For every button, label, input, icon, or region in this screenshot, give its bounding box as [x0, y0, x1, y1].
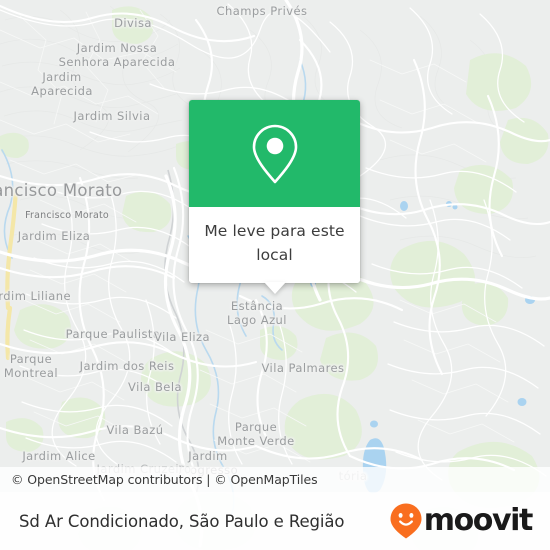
- callout-label: Me leve para este local: [204, 222, 345, 264]
- location-pin-icon: [252, 124, 297, 183]
- moovit-logo[interactable]: moovit: [389, 502, 534, 540]
- moovit-wordmark: moovit: [423, 503, 534, 538]
- map-attribution-bar: © OpenStreetMap contributors | © OpenMap…: [0, 467, 550, 492]
- location-title: Sd Ar Condicionado, São Paulo e Região: [19, 511, 345, 531]
- moovit-map-screen: .rd { fill:none; stroke:#ffffff; stroke-…: [0, 0, 550, 550]
- moovit-smiley-pin-icon: [390, 503, 422, 539]
- take-me-here-callout[interactable]: Me leve para este local: [189, 100, 360, 294]
- bottom-bar: Sd Ar Condicionado, São Paulo e Região m…: [0, 492, 550, 550]
- callout-header: [189, 100, 360, 207]
- callout-pointer: [263, 282, 286, 294]
- callout-body: Me leve para este local: [189, 207, 360, 283]
- attribution-text[interactable]: © OpenStreetMap contributors | © OpenMap…: [11, 472, 318, 487]
